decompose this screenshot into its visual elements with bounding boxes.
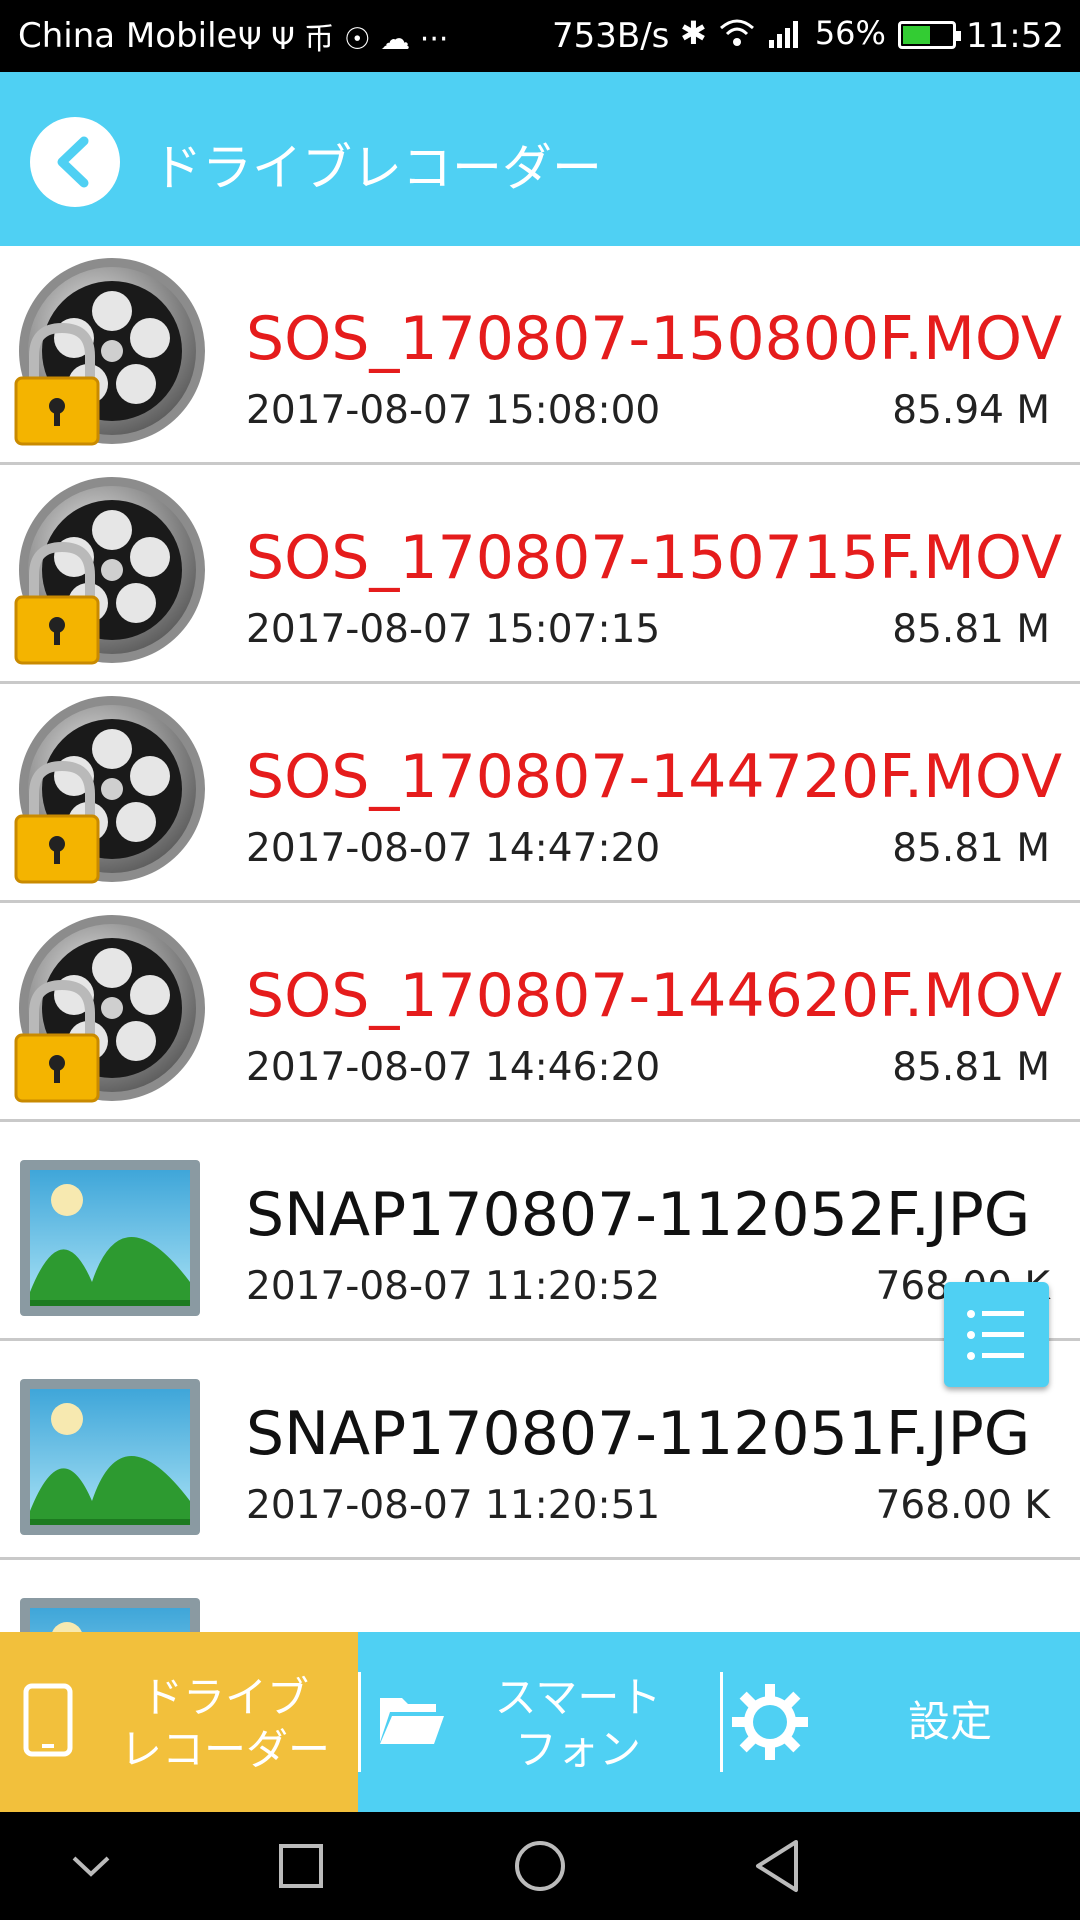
file-size: 768.00 K [875,1483,1050,1528]
tab-divider [720,1672,723,1772]
tab-label-line: レコーダー [119,1725,330,1774]
tab-smartphone[interactable]: スマート フォン [358,1632,720,1812]
file-date: 2017-08-07 14:46:20 [246,1045,661,1090]
gear-icon [732,1684,808,1760]
status-right: ✱ 56% [680,14,961,52]
chevron-down-icon[interactable] [66,1836,116,1896]
file-size: 85.81 M [892,826,1050,871]
tab-label-line: ドライブ [140,1673,309,1722]
film-reel-icon [14,258,205,446]
carrier-label: China Mobile [18,16,238,56]
file-date: 2017-08-07 11:20:51 [246,1483,661,1528]
tab-divider [358,1672,361,1772]
file-name: SOS_170807-144720F.MOV [246,742,1063,812]
bottom-tab-bar: ドライブ レコーダー スマート フォン 設定 [0,1632,1080,1812]
tab-drive-recorder[interactable]: ドライブ レコーダー [0,1632,358,1812]
film-reel-icon [14,477,205,665]
tab-label: スマート フォン [448,1672,708,1776]
tab-settings[interactable]: 設定 [720,1632,1080,1812]
folder-icon [380,1698,444,1744]
page-title: ドライブレコーダー [152,139,602,197]
net-speed: 753B/s [552,16,670,56]
file-name: SOS_170807-150715F.MOV [246,523,1063,593]
file-name: SNAP170807-112052F.JPG [246,1180,1031,1250]
signal-icon [768,21,798,48]
file-date: 2017-08-07 15:08:00 [246,388,661,433]
tab-label: ドライブ レコーダー [110,1672,340,1776]
clock: 11:52 [966,16,1064,56]
file-size: 85.81 M [892,1045,1050,1090]
back-triangle-icon[interactable] [752,1836,802,1896]
phone-icon [23,1683,73,1757]
file-name: SOS_170807-150800F.MOV [246,304,1063,374]
file-row[interactable]: SOS_170807-144720F.MOV 2017-08-07 14:47:… [0,684,1080,903]
tab-label-line: スマート [494,1673,662,1722]
image-icon [20,1379,200,1535]
bluetooth-icon: ✱ [680,14,707,52]
wifi-icon [719,19,754,46]
list-menu-button[interactable] [944,1282,1049,1387]
back-button[interactable] [30,117,120,207]
film-reel-icon [14,696,205,884]
file-date: 2017-08-07 15:07:15 [246,607,661,652]
file-row[interactable] [0,1560,1080,1632]
battery-icon [897,21,961,49]
system-nav-bar [0,1812,1080,1920]
battery-percent: 56% [814,14,886,52]
status-bar: China Mobile Ψ Ψ 币 ☉ ☁ ··· 753B/s ✱ 56% … [0,0,1080,72]
recents-icon[interactable] [276,1836,326,1896]
file-row[interactable]: SOS_170807-150715F.MOV 2017-08-07 15:07:… [0,465,1080,684]
file-name: SNAP170807-112051F.JPG [246,1399,1031,1469]
file-row[interactable]: SNAP170807-112051F.JPG 2017-08-07 11:20:… [0,1341,1080,1560]
tab-label: 設定 [907,1697,992,1746]
file-name: SOS_170807-144620F.MOV [246,961,1063,1031]
home-icon[interactable] [512,1836,568,1896]
tab-label-line: フォン [514,1725,641,1774]
image-icon [20,1160,200,1316]
file-date: 2017-08-07 11:20:52 [246,1264,661,1309]
list-icon [967,1310,1024,1360]
notification-icons: Ψ Ψ 币 ☉ ☁ ··· [238,22,449,57]
image-icon [20,1598,200,1632]
file-row[interactable]: SNAP170807-112052F.JPG 2017-08-07 11:20:… [0,1122,1080,1341]
file-list[interactable]: SOS_170807-150800F.MOV 2017-08-07 15:08:… [0,246,1080,1632]
app-bar: ドライブレコーダー [0,72,1080,246]
file-size: 85.94 M [892,388,1050,433]
chevron-left-icon [57,136,89,188]
file-size: 85.81 M [892,607,1050,652]
file-row[interactable]: SOS_170807-144620F.MOV 2017-08-07 14:46:… [0,903,1080,1122]
file-date: 2017-08-07 14:47:20 [246,826,661,871]
file-row[interactable]: SOS_170807-150800F.MOV 2017-08-07 15:08:… [0,246,1080,465]
film-reel-icon [14,915,205,1103]
